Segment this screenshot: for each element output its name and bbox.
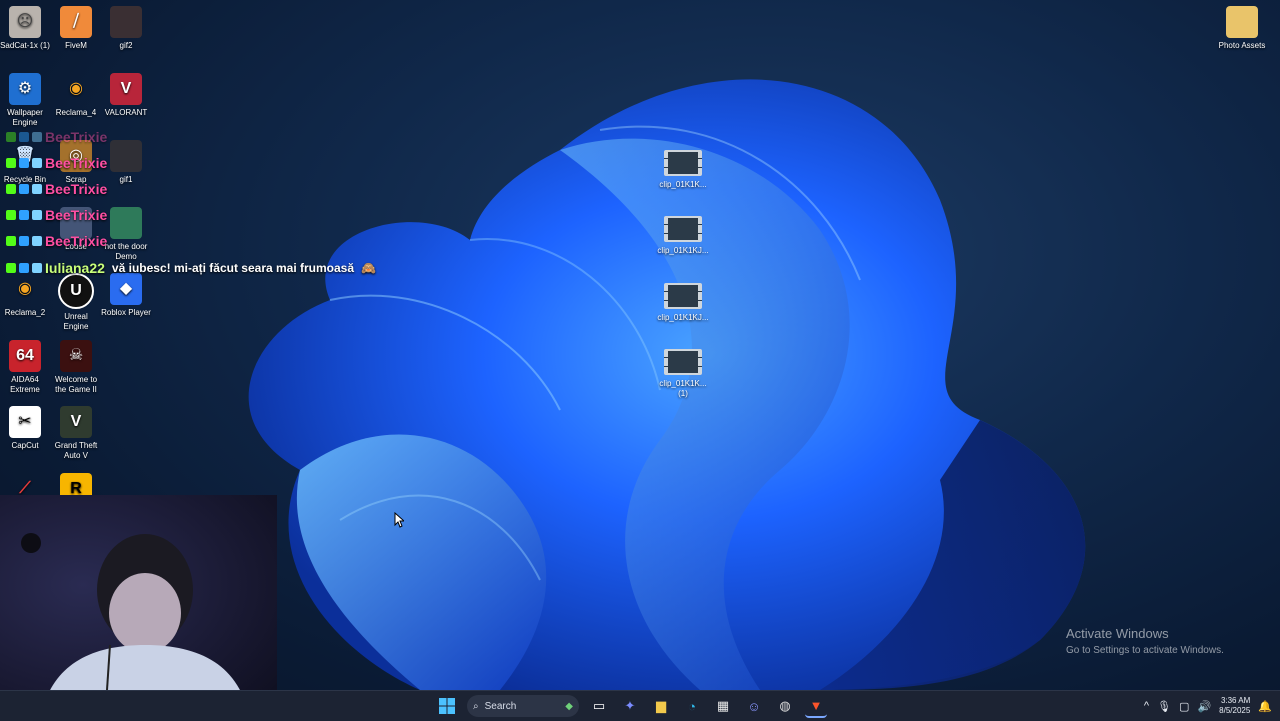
folder-icon: ▆ (656, 698, 666, 713)
kick-badge-icon (6, 210, 16, 220)
video-file-icon (664, 150, 702, 176)
webcam-overlay (0, 495, 277, 720)
taskbar: ⌕ Search ◆ ▭ ✦ ▆ ◔ ▦ ☺ ◍ ▼ ^ 🎙 ▢ 🔊 3:36 … (0, 690, 1280, 721)
volume-icon[interactable]: 🔊 (1197, 700, 1211, 713)
copilot-icon: ✦ (624, 698, 636, 713)
kick-badge-icon (6, 158, 16, 168)
clip-file-4[interactable]: clip_01K1K... (1) (655, 349, 711, 399)
kick-badge-icon (6, 263, 16, 273)
subscriber-badge-icon (19, 184, 29, 194)
discord-icon: ☺ (747, 698, 761, 714)
chat-row: BeeTrixie (6, 232, 107, 250)
vip-badge-icon (32, 263, 42, 273)
chevron-up-icon[interactable]: ^ (1144, 700, 1149, 712)
capcut-icon: ✂ (9, 406, 41, 438)
door-demo-icon (110, 207, 142, 239)
desktop-icon-photo-assets[interactable]: Photo Assets (1216, 6, 1268, 51)
store-icon: ▦ (716, 698, 730, 713)
chat-row: BeeTrixie (6, 154, 107, 172)
desktop-icon-gta[interactable]: V Grand Theft Auto V (51, 406, 101, 461)
vip-badge-icon (32, 184, 42, 194)
gif1-icon (110, 140, 142, 172)
desktop-icon-capcut[interactable]: ✂ CapCut (0, 406, 50, 451)
desktop-icon-sadcat[interactable]: ☹ SadCat-1x (1) (0, 6, 50, 51)
aida64-icon: 64 (9, 340, 41, 372)
sadcat-icon: ☹ (9, 6, 41, 38)
desktop-icon-wallpaper-engine[interactable]: ⚙ Wallpaper Engine (0, 73, 50, 128)
vip-badge-icon (32, 158, 42, 168)
taskbar-center: ⌕ Search ◆ ▭ ✦ ▆ ◔ ▦ ☺ ◍ ▼ (436, 691, 827, 721)
brave-icon: ▼ (809, 697, 823, 713)
desktop-icon-gif1[interactable]: gif1 (101, 140, 151, 185)
kick-badge-icon (6, 184, 16, 194)
blender-icon: ◉ (18, 280, 32, 297)
search-highlight-icon: ◆ (565, 700, 573, 712)
copilot-button[interactable]: ✦ (619, 695, 641, 717)
subscriber-badge-icon (19, 158, 29, 168)
chat-row: BeeTrixie (6, 180, 107, 198)
desktop-icon-roblox[interactable]: ◆ Roblox Player (101, 273, 151, 318)
skull-icon: ☠ (60, 340, 92, 372)
obs-icon: ◍ (779, 698, 791, 713)
obs-button[interactable]: ◍ (774, 695, 796, 717)
edge-icon: ◔ (688, 698, 696, 714)
edge-button[interactable]: ◔ (681, 695, 703, 717)
file-explorer-button[interactable]: ▆ (650, 695, 672, 717)
chat-row-faded: BeeTrixie (6, 128, 107, 146)
clip-file-2[interactable]: clip_01K1KJ... (655, 216, 711, 256)
activate-windows-watermark: Activate Windows Go to Settings to activ… (1066, 626, 1224, 656)
system-tray: ^ 🎙 ▢ 🔊 3:36 AM 8/5/2025 🔔 (1144, 691, 1272, 721)
notification-bell-icon[interactable]: 🔔 (1258, 700, 1272, 713)
start-button[interactable] (436, 695, 458, 717)
roblox-icon: ◆ (110, 273, 142, 305)
desktop-icon-fivem[interactable]: ⧸ FiveM (51, 6, 101, 51)
desktop-icon-aida64[interactable]: 64 AIDA64 Extreme (0, 340, 50, 395)
store-button[interactable]: ▦ (712, 695, 734, 717)
windows-logo-icon (439, 698, 455, 714)
desktop-icon-reclama2[interactable]: ◉ Reclama_2 (0, 273, 50, 318)
desktop-icon-unreal[interactable]: U Unreal Engine (51, 273, 101, 332)
kick-badge-icon (6, 132, 16, 142)
desktop-icon-valorant[interactable]: V VALORANT (101, 73, 151, 118)
unreal-icon: U (58, 273, 94, 309)
subscriber-badge-icon (19, 210, 29, 220)
task-view-icon: ▭ (592, 698, 606, 713)
clip-file-1[interactable]: clip_01K1K... (655, 150, 711, 190)
vip-badge-icon (32, 210, 42, 220)
desktop-icon-reclama4[interactable]: ◉ Reclama_4 (51, 73, 101, 118)
fivem-icon: ⧸ (60, 6, 92, 38)
valorant-icon: V (110, 73, 142, 105)
chat-row: BeeTrixie (6, 206, 107, 224)
gta-icon: V (60, 406, 92, 438)
task-view-button[interactable]: ▭ (588, 695, 610, 717)
video-file-icon (664, 349, 702, 375)
subscriber-badge-icon (19, 236, 29, 246)
desktop-icon-welcome[interactable]: ☠ Welcome to the Game II (51, 340, 101, 395)
taskbar-clock[interactable]: 3:36 AM 8/5/2025 (1219, 696, 1250, 716)
search-icon: ⌕ (473, 700, 479, 712)
blender-icon: ◉ (69, 80, 83, 97)
desktop-icon-door-demo[interactable]: hot the door Demo (101, 207, 151, 262)
vip-badge-icon (32, 132, 42, 142)
video-file-icon (664, 283, 702, 309)
desktop-icon-gif2[interactable]: gif2 (101, 6, 151, 51)
emote-icon: 🙈 (361, 261, 376, 275)
microphone-icon[interactable]: 🎙 (1157, 700, 1171, 713)
discord-button[interactable]: ☺ (743, 695, 765, 717)
taskbar-search[interactable]: ⌕ Search ◆ (467, 695, 579, 717)
vip-badge-icon (32, 236, 42, 246)
wallpaper-engine-icon: ⚙ (9, 73, 41, 105)
video-file-icon (664, 216, 702, 242)
kick-badge-icon (6, 236, 16, 246)
gif2-icon (110, 6, 142, 38)
subscriber-badge-icon (19, 263, 29, 273)
webcam-person (21, 533, 250, 720)
clip-file-3[interactable]: clip_01K1KJ... (655, 283, 711, 323)
mouse-cursor-icon (394, 512, 404, 528)
network-icon[interactable]: ▢ (1179, 700, 1189, 713)
folder-icon (1226, 6, 1258, 38)
brave-button[interactable]: ▼ (805, 694, 827, 718)
chat-row-iuliana: Iuliana22 vă iubesc! mi-ați făcut seara … (6, 259, 376, 277)
subscriber-badge-icon (19, 132, 29, 142)
